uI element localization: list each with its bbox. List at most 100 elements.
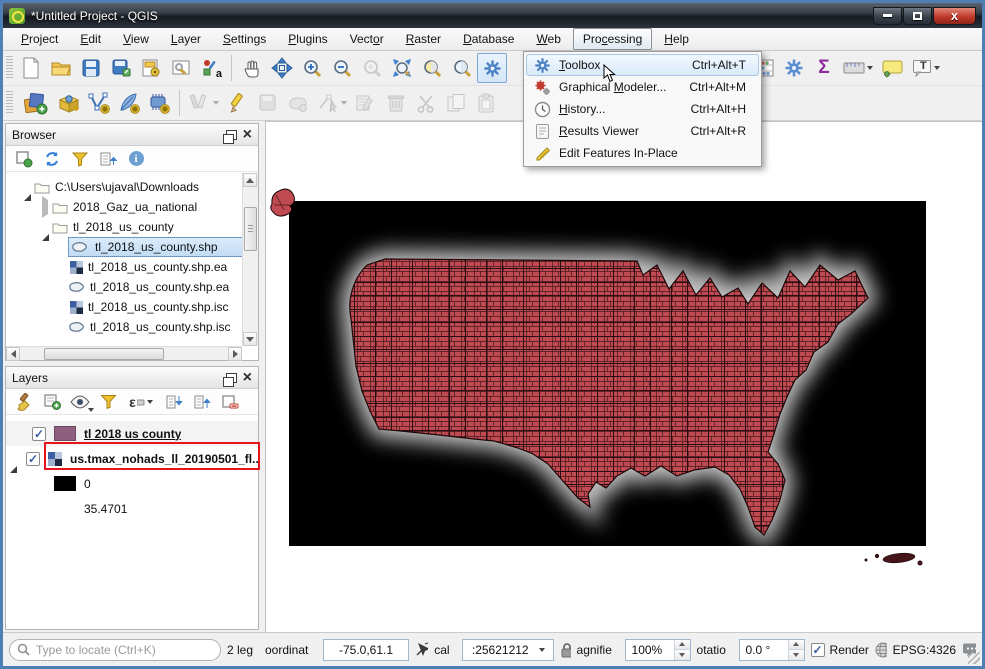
add-feature-button[interactable] [283, 88, 313, 118]
layout-manager-button[interactable] [166, 53, 196, 83]
paste-features-button[interactable] [471, 88, 501, 118]
zoom-to-selection-button[interactable] [417, 53, 447, 83]
new-print-layout-button[interactable] [136, 53, 166, 83]
refresh-button[interactable] [42, 149, 62, 169]
data-source-manager-button[interactable] [16, 88, 54, 118]
browser-horizontal-scrollbar[interactable] [6, 346, 242, 360]
multiedit-attributes-button[interactable] [351, 88, 381, 118]
new-virtual-layer-button[interactable] [144, 88, 174, 118]
menu-web[interactable]: Web [526, 28, 570, 50]
manage-map-themes-button[interactable] [70, 392, 90, 412]
tree-row-county-folder[interactable]: tl_2018_us_county [6, 217, 242, 237]
menu-project[interactable]: Project [11, 28, 68, 50]
spin-down-button[interactable] [675, 650, 690, 660]
crs-status[interactable]: EPSG:4326 [893, 643, 956, 657]
cut-features-button[interactable] [411, 88, 441, 118]
locator-input[interactable] [9, 639, 221, 661]
map-tips-button[interactable] [877, 53, 907, 83]
float-panel-icon[interactable] [226, 373, 237, 383]
zoom-native-button[interactable] [357, 53, 387, 83]
layer-styling-button[interactable] [14, 392, 34, 412]
expand-all-button[interactable] [164, 392, 184, 412]
menu-item-edit-features-in-place[interactable]: Edit Features In-Place [526, 142, 759, 164]
menu-view[interactable]: View [113, 28, 159, 50]
scroll-up-button[interactable] [243, 173, 257, 187]
collapse-all-button[interactable] [98, 149, 118, 169]
extents-toggle-icon[interactable] [415, 641, 428, 659]
menu-item-history[interactable]: History... Ctrl+Alt+H [526, 98, 759, 120]
new-spatialite-layer-button[interactable] [114, 88, 144, 118]
save-edits-button[interactable] [253, 88, 283, 118]
filter-browser-button[interactable] [70, 149, 90, 169]
delete-selected-button[interactable] [381, 88, 411, 118]
properties-info-button[interactable]: i [126, 149, 146, 169]
tree-row-shp-isc-poly[interactable]: tl_2018_us_county.shp.isc [6, 317, 242, 337]
close-button[interactable]: x [933, 7, 976, 25]
menu-edit[interactable]: Edit [70, 28, 111, 50]
coordinate-value-box[interactable]: -75.0,61.1 [323, 639, 409, 661]
rotation-spinbox[interactable]: 0.0 ° [739, 639, 805, 661]
text-annotation-button[interactable]: T [907, 53, 945, 83]
vertex-tool-button[interactable] [313, 88, 351, 118]
new-project-button[interactable] [16, 53, 46, 83]
menu-settings[interactable]: Settings [213, 28, 276, 50]
scrollbar-thumb[interactable] [44, 348, 164, 360]
zoom-in-button[interactable] [297, 53, 327, 83]
spin-up-button[interactable] [789, 640, 804, 651]
processing-toolbox-toggle[interactable] [477, 53, 507, 83]
tree-row-gaz-national[interactable]: 2018_Gaz_ua_national [6, 197, 242, 217]
menu-database[interactable]: Database [453, 28, 524, 50]
scale-combobox[interactable]: :25621212 [462, 639, 554, 661]
zoom-out-button[interactable] [327, 53, 357, 83]
menu-raster[interactable]: Raster [396, 28, 451, 50]
new-geopackage-layer-button[interactable] [54, 88, 84, 118]
save-project-as-button[interactable] [106, 53, 136, 83]
menu-plugins[interactable]: Plugins [278, 28, 337, 50]
add-group-button[interactable] [42, 392, 62, 412]
add-selected-layers-button[interactable] [14, 149, 34, 169]
zoom-full-button[interactable] [387, 53, 417, 83]
layer-checkbox[interactable]: ✓ [32, 427, 46, 441]
spin-up-button[interactable] [675, 640, 690, 651]
close-panel-icon[interactable]: × [243, 370, 252, 386]
map-canvas[interactable] [265, 121, 982, 632]
measure-button[interactable] [839, 53, 877, 83]
browser-vertical-scrollbar[interactable] [242, 173, 258, 346]
layer-checkbox[interactable]: ✓ [26, 452, 40, 466]
close-panel-icon[interactable]: × [243, 127, 252, 143]
menu-item-toolbox[interactable]: Toolbox Ctrl+Alt+T [526, 54, 759, 76]
float-panel-icon[interactable] [226, 130, 237, 140]
spin-down-button[interactable] [789, 650, 804, 660]
options-gear-button[interactable] [779, 53, 809, 83]
filter-by-expression-button[interactable]: ε [126, 392, 156, 412]
save-project-button[interactable] [76, 53, 106, 83]
toolbar-grip[interactable] [6, 56, 13, 80]
maximize-button[interactable] [903, 7, 932, 25]
tree-row-downloads[interactable]: C:\Users\ujaval\Downloads [6, 177, 242, 197]
scroll-right-button[interactable] [228, 347, 242, 361]
show-statistics-button[interactable]: Σ [809, 53, 839, 83]
menu-help[interactable]: Help [654, 28, 699, 50]
scroll-down-button[interactable] [243, 332, 257, 346]
minimize-button[interactable] [873, 7, 902, 25]
tree-row-shp-ea-poly[interactable]: tl_2018_us_county.shp.ea [6, 277, 242, 297]
menu-vector[interactable]: Vector [340, 28, 394, 50]
pan-map-button[interactable] [237, 53, 267, 83]
tree-row-shp-ea-raster[interactable]: tl_2018_us_county.shp.ea [6, 257, 242, 277]
copy-features-button[interactable] [441, 88, 471, 118]
toggle-editing-button[interactable] [223, 88, 253, 118]
current-edits-button[interactable] [185, 88, 223, 118]
toolbar-grip[interactable] [6, 91, 13, 115]
collapse-all-button[interactable] [192, 392, 212, 412]
title-bar[interactable]: *Untitled Project - QGIS x [3, 3, 982, 28]
scrollbar-thumb[interactable] [244, 207, 257, 251]
layer-row-tmax[interactable]: ✓ us.tmax_nohads_ll_20190501_fl... [6, 446, 258, 471]
render-checkbox-group[interactable]: ✓ Render [811, 643, 869, 657]
filter-legend-button[interactable] [98, 392, 118, 412]
tree-row-shp-isc-raster[interactable]: tl_2018_us_county.shp.isc [6, 297, 242, 317]
scroll-left-button[interactable] [6, 347, 20, 361]
style-manager-button[interactable]: a [196, 53, 226, 83]
open-project-button[interactable] [46, 53, 76, 83]
lock-icon[interactable] [560, 642, 570, 658]
magnifier-spinbox[interactable]: 100% [625, 639, 691, 661]
